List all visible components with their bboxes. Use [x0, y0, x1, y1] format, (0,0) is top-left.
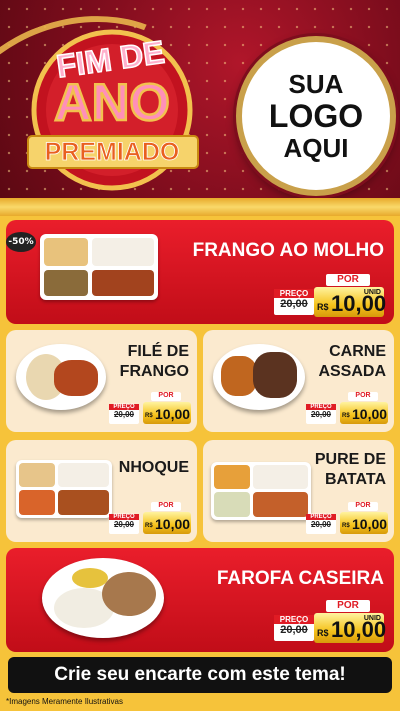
por-label: POR [326, 274, 370, 286]
price-tag: POR R$ 10,00 UNID PREÇO 20,00 [274, 600, 386, 646]
product-card-pure-de-batata: PURE DE BATATA POR R$ 10,00 PREÇO 20,00 [203, 440, 394, 542]
product-name: PURE DE BATATA [314, 451, 386, 488]
product-card-nhoque: NHOQUE POR R$ 10,00 PREÇO 20,00 [6, 440, 197, 542]
current-price: 10,00 [155, 516, 191, 532]
discount-badge: -50% [6, 232, 36, 252]
emblem-line2: ANO [54, 74, 170, 132]
cta-banner[interactable]: Crie seu encarte com este tema! [8, 657, 392, 693]
food-bowl-image [213, 344, 305, 410]
hero-banner: FIM DE ANO PREMIADO SUA LOGO AQUI [0, 0, 400, 210]
footnote: *Imagens Meramente Ilustrativas [6, 697, 123, 706]
product-card-farofa-caseira: FAROFA CASEIRA POR R$ 10,00 UNID PREÇO 2… [6, 548, 394, 652]
food-tray-image [211, 462, 311, 520]
current-price: 10,00 [352, 406, 388, 422]
product-name: NHOQUE [118, 459, 189, 476]
product-name: FRANGO AO MOLHO [192, 240, 384, 261]
gold-band [0, 198, 400, 216]
logo-placeholder: SUA LOGO AQUI [236, 36, 396, 196]
price-tag: POR R$ 10,00 PREÇO 20,00 [306, 502, 388, 536]
price-tag: POR R$ 10,00 UNID PREÇO 20,00 [274, 274, 386, 320]
food-tray-image [40, 234, 158, 300]
fim-de-ano-emblem: FIM DE ANO PREMIADO [27, 29, 199, 191]
price-box: R$ 10,00 UNID [314, 287, 386, 317]
product-name: CARNE ASSADA [318, 343, 386, 380]
current-price: 10,00 [155, 406, 191, 422]
product-card-frango-ao-molho: FRANGO AO MOLHO POR R$ 10,00 UNID PREÇO … [6, 220, 394, 324]
price-tag: POR R$ 10,00 PREÇO 20,00 [109, 392, 191, 426]
price-tag: POR R$ 10,00 PREÇO 20,00 [109, 502, 191, 536]
emblem-line3: PREMIADO [45, 138, 180, 166]
old-price: PREÇO 20,00 [274, 289, 314, 315]
product-card-carne-assada: CARNE ASSADA POR R$ 10,00 PREÇO 20,00 [203, 330, 394, 432]
current-price: 10,00 [352, 516, 388, 532]
price-tag: POR R$ 10,00 PREÇO 20,00 [306, 392, 388, 426]
food-tray-image [16, 460, 112, 518]
product-name: FILÉ DE FRANGO [119, 343, 189, 380]
product-card-file-de-frango: FILÉ DE FRANGO POR R$ 10,00 PREÇO 20,00 [6, 330, 197, 432]
product-name: FAROFA CASEIRA [216, 568, 384, 589]
food-bowl-image [42, 558, 164, 638]
logo-text-3: AQUI [283, 133, 349, 163]
food-bowl-image [16, 344, 106, 410]
logo-text-2: LOGO [268, 98, 364, 134]
logo-text-1: SUA [288, 69, 344, 99]
